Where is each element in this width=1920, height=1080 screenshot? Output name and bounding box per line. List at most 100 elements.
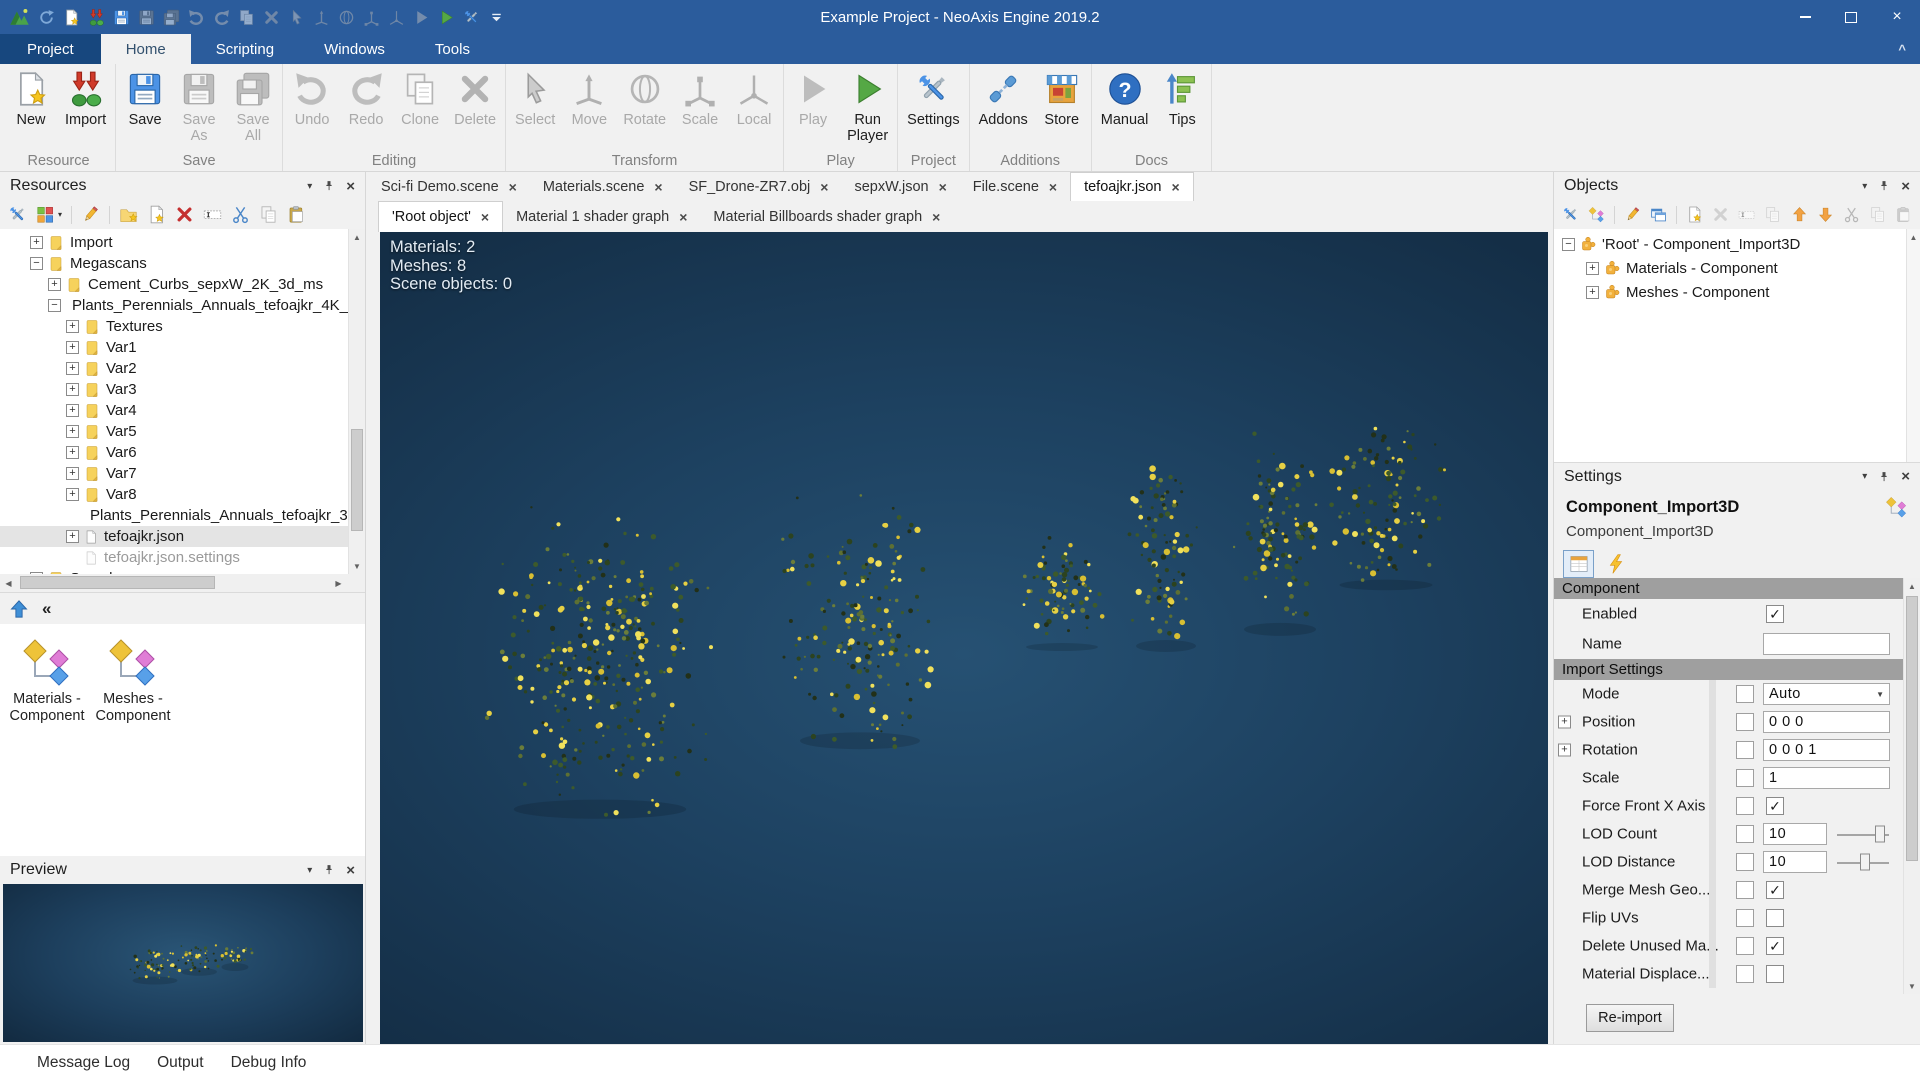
menu-tab-windows[interactable]: Windows xyxy=(299,34,410,64)
scroll-up-icon[interactable]: ▲ xyxy=(349,229,365,245)
resource-item-materials-component[interactable]: Materials - Component xyxy=(4,630,90,725)
copy-icon[interactable] xyxy=(1869,205,1886,224)
menu-tab-home[interactable]: Home xyxy=(100,34,191,64)
close-icon[interactable]: × xyxy=(1901,178,1910,195)
collapse-left-icon[interactable]: « xyxy=(42,599,51,619)
import-icon[interactable] xyxy=(88,8,105,26)
default-checkbox[interactable] xyxy=(1736,769,1754,787)
tab-close-icon[interactable]: × xyxy=(820,179,828,195)
scrollbar-thumb[interactable] xyxy=(1906,596,1918,861)
tab-close-icon[interactable]: × xyxy=(509,179,517,195)
rename-icon[interactable] xyxy=(203,205,222,224)
resource-item-meshes-component[interactable]: Meshes - Component xyxy=(90,630,176,725)
component-diamonds-icon[interactable] xyxy=(1588,205,1605,224)
tree-item-var1[interactable]: + Var1 xyxy=(0,337,365,358)
scissors-icon[interactable] xyxy=(231,205,250,224)
resources-vertical-scrollbar[interactable]: ▲ ▼ xyxy=(348,229,365,574)
bottom-tab-debug-info[interactable]: Debug Info xyxy=(231,1054,307,1072)
expand-icon[interactable]: + xyxy=(1586,285,1599,299)
checkbox-unchecked[interactable] xyxy=(1766,965,1784,983)
scale-icon[interactable] xyxy=(363,9,380,26)
text-input[interactable]: 1 xyxy=(1763,767,1890,789)
tree-item-var6[interactable]: + Var6 xyxy=(0,442,365,463)
default-checkbox[interactable] xyxy=(1736,685,1754,703)
text-input[interactable]: 10 xyxy=(1763,823,1827,845)
tab-close-icon[interactable]: × xyxy=(939,179,947,195)
expand-icon[interactable]: + xyxy=(30,236,43,249)
scroll-up-icon[interactable]: ▲ xyxy=(1904,578,1920,594)
text-input[interactable]: 0 0 0 1 xyxy=(1763,739,1890,761)
save-icon[interactable] xyxy=(113,9,130,26)
tab-close-icon[interactable]: × xyxy=(932,209,940,225)
expand-icon[interactable]: + xyxy=(48,278,61,291)
text-input[interactable]: 10 xyxy=(1763,851,1827,873)
default-checkbox[interactable] xyxy=(1736,909,1754,927)
bottom-tab-output[interactable]: Output xyxy=(157,1054,204,1072)
chevron-down-icon[interactable]: ▾ xyxy=(307,865,312,876)
tab-sci-fi-demo-scene[interactable]: Sci-fi Demo.scene × xyxy=(368,172,530,201)
settings-scrollbar[interactable]: ▲ ▼ xyxy=(1903,578,1920,994)
text-input[interactable]: 0 0 0 xyxy=(1763,711,1890,733)
store-button[interactable]: Store xyxy=(1035,64,1089,128)
pencil-icon[interactable] xyxy=(81,205,100,224)
refresh-icon[interactable] xyxy=(38,9,55,26)
up-blue-icon[interactable] xyxy=(9,599,29,619)
ribbon-collapse-button[interactable]: ^ xyxy=(1898,34,1920,64)
new-document-icon[interactable] xyxy=(63,8,80,26)
expand-icon[interactable]: + xyxy=(66,488,79,501)
tree-item-plants-perennials-annuals-tefoajkr-4k-3dpl[interactable]: − Plants_Perennials_Annuals_tefoajkr_4K_3… xyxy=(0,295,365,316)
pin-icon[interactable] xyxy=(323,180,335,192)
resources-horizontal-scrollbar[interactable]: ◀ ▶ xyxy=(0,574,365,592)
local-button[interactable]: Local xyxy=(727,64,781,128)
close-icon[interactable]: × xyxy=(346,862,355,879)
clone-icon[interactable] xyxy=(238,9,255,26)
paste-icon[interactable] xyxy=(1895,205,1912,224)
paste-icon[interactable] xyxy=(287,205,306,224)
copy-icon[interactable] xyxy=(1764,205,1781,224)
pin-icon[interactable] xyxy=(1878,180,1890,192)
scroll-down-icon[interactable]: ▼ xyxy=(349,558,365,574)
pin-icon[interactable] xyxy=(1878,471,1890,483)
clone-button[interactable]: Clone xyxy=(393,64,447,128)
maximize-button[interactable] xyxy=(1828,0,1874,34)
play-button[interactable]: Play xyxy=(786,64,840,128)
minimize-button[interactable] xyxy=(1782,0,1828,34)
close-button[interactable]: × xyxy=(1874,0,1920,34)
menu-tab-tools[interactable]: Tools xyxy=(410,34,495,64)
default-checkbox[interactable] xyxy=(1736,797,1754,815)
collapse-icon[interactable]: − xyxy=(48,299,61,312)
default-checkbox[interactable] xyxy=(1736,881,1754,899)
slider-thumb[interactable] xyxy=(1860,853,1871,871)
arrow-up-icon[interactable] xyxy=(1791,205,1808,224)
undo-button[interactable]: Undo xyxy=(285,64,339,128)
checkbox-checked[interactable]: ✓ xyxy=(1766,937,1784,955)
tab-close-icon[interactable]: × xyxy=(654,179,662,195)
scroll-right-icon[interactable]: ▶ xyxy=(330,574,347,592)
checkbox-checked[interactable]: ✓ xyxy=(1766,605,1784,623)
delete-button[interactable]: Delete xyxy=(447,64,503,128)
rotate-icon[interactable] xyxy=(338,9,355,26)
window-icon[interactable] xyxy=(1650,205,1667,224)
menu-project-button[interactable]: Project xyxy=(0,34,101,64)
tree-item-var8[interactable]: + Var8 xyxy=(0,484,365,505)
scrollbar-thumb[interactable] xyxy=(20,576,215,589)
run-player-button[interactable]: Run Player xyxy=(840,64,895,144)
tree-item-var3[interactable]: + Var3 xyxy=(0,379,365,400)
expand-icon[interactable]: + xyxy=(66,446,79,459)
settings-button[interactable]: Settings xyxy=(900,64,966,128)
tree-item-materials-component[interactable]: + Materials - Component xyxy=(1554,256,1920,280)
bottom-tab-message-log[interactable]: Message Log xyxy=(37,1054,130,1072)
settings-icon[interactable] xyxy=(463,9,480,26)
page-star-icon[interactable] xyxy=(1686,205,1703,224)
undo-icon[interactable] xyxy=(188,9,205,26)
tab-sf-drone-zr7-obj[interactable]: SF_Drone-ZR7.obj × xyxy=(676,172,842,201)
objects-vertical-scrollbar[interactable]: ▲ xyxy=(1906,229,1920,462)
tree-item-tefoajkr-json-settings[interactable]: tefoajkr.json.settings xyxy=(0,547,365,568)
run-player-icon[interactable] xyxy=(438,9,455,26)
page-star-icon[interactable] xyxy=(147,205,166,224)
scissors-icon[interactable] xyxy=(1843,205,1860,224)
neoaxis-logo-icon[interactable] xyxy=(9,7,30,28)
re-import-button[interactable]: Re-import xyxy=(1586,1004,1674,1032)
tree-item-import[interactable]: + Import xyxy=(0,232,365,253)
3d-viewport[interactable]: Materials: 2 Meshes: 8 Scene objects: 0 xyxy=(380,232,1548,1044)
